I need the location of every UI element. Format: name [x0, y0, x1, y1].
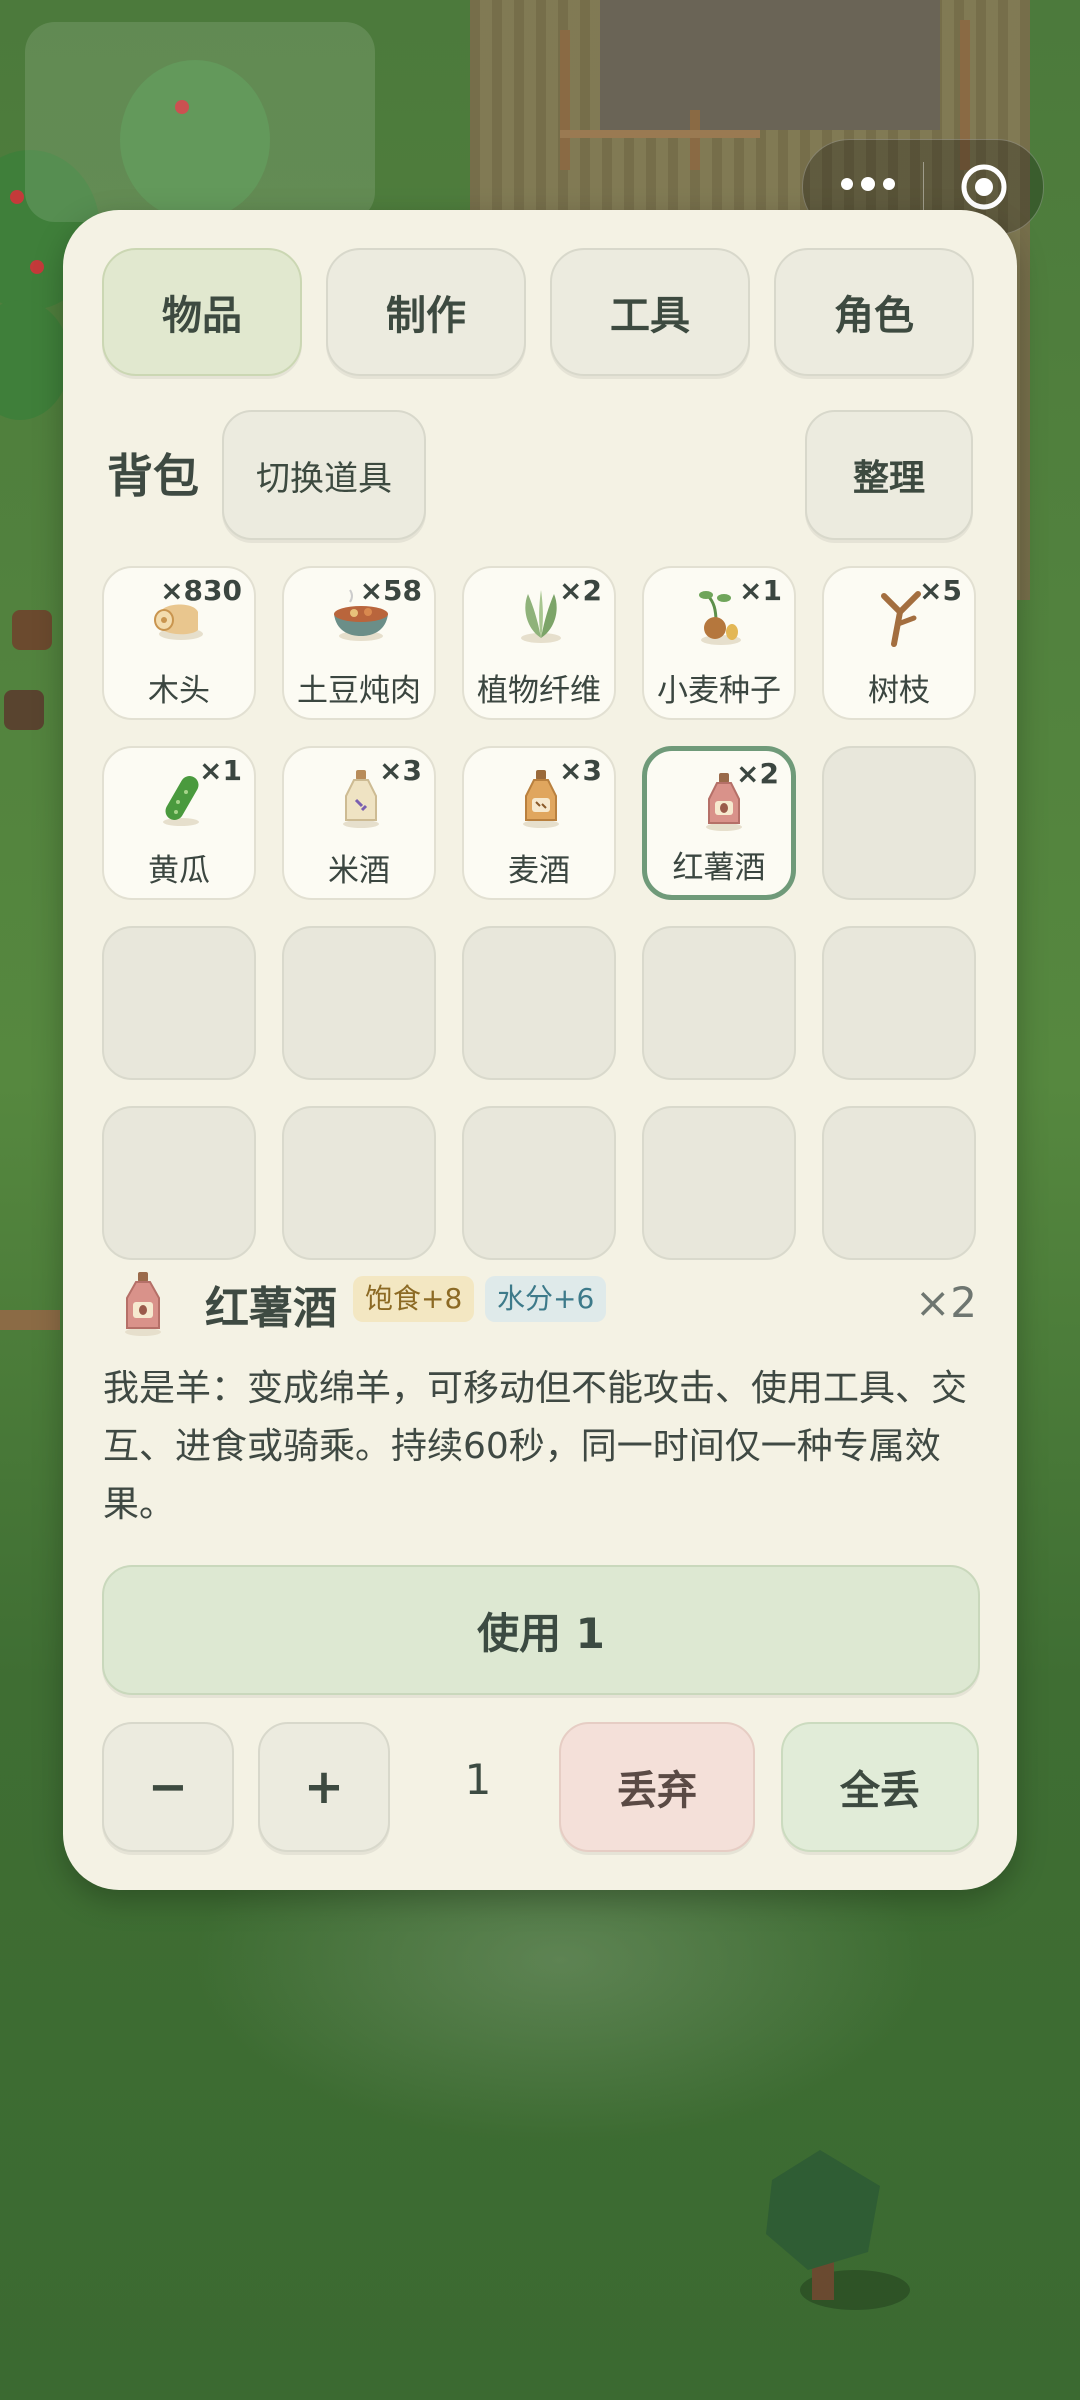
tab-character[interactable]: 角色: [774, 248, 974, 376]
inventory-panel: 物品 制作 工具 角色 背包 切换道具 整理 ×830 木头 ×58 土豆炖肉 …: [63, 210, 1017, 1890]
switch-item-button[interactable]: 切换道具: [222, 410, 426, 540]
close-miniprogram-icon[interactable]: [959, 162, 1009, 212]
inventory-slot[interactable]: ×830 木头: [102, 566, 256, 720]
empty-slot[interactable]: [822, 926, 976, 1080]
tab-items[interactable]: 物品: [102, 248, 302, 376]
backpack-title: 背包: [107, 449, 199, 503]
item-quantity: ×3: [379, 754, 422, 787]
tree: [760, 2150, 910, 2310]
fence-post: [690, 110, 700, 170]
empty-slot[interactable]: [462, 1106, 616, 1260]
item-name: 红薯酒: [672, 850, 766, 886]
fence-rail: [560, 130, 760, 138]
inventory-grid: ×830 木头 ×58 土豆炖肉 ×2 植物纤维 ×1 小麦种子 ×5 树枝 ×…: [102, 566, 980, 1260]
inventory-slot-selected[interactable]: ×2 红薯酒: [642, 746, 796, 900]
item-name: 木头: [148, 673, 210, 709]
capsule-divider: [923, 162, 924, 212]
empty-slot[interactable]: [822, 746, 976, 900]
more-dot-icon: [841, 178, 853, 190]
inventory-slot[interactable]: ×3 麦酒: [462, 746, 616, 900]
item-quantity: ×5: [919, 574, 962, 607]
item-name: 土豆炖肉: [297, 673, 421, 709]
item-name: 小麦种子: [657, 673, 781, 709]
more-dot-icon: [883, 178, 895, 190]
berry: [30, 260, 44, 274]
item-quantity: ×1: [739, 574, 782, 607]
inventory-slot[interactable]: ×58 土豆炖肉: [282, 566, 436, 720]
item-quantity: ×1: [199, 754, 242, 787]
quantity-value: 1: [464, 1755, 492, 1804]
empty-slot[interactable]: [822, 1106, 976, 1260]
item-name: 植物纤维: [477, 673, 601, 709]
selected-item-count: ×2: [915, 1278, 977, 1327]
item-description: 我是羊：变成绵羊，可移动但不能攻击、使用工具、交互、进食或骑乘。持续60秒，同一…: [103, 1368, 968, 1525]
item-quantity: ×3: [559, 754, 602, 787]
inventory-slot[interactable]: ×1 黄瓜: [102, 746, 256, 900]
satiety-badge: 饱食+8: [353, 1276, 475, 1322]
empty-slot[interactable]: [282, 926, 436, 1080]
empty-slot[interactable]: [642, 1106, 796, 1260]
selected-item-name: 红薯酒: [205, 1283, 337, 1334]
bush: [0, 300, 70, 420]
inventory-slot[interactable]: ×3 米酒: [282, 746, 436, 900]
hydration-badge: 水分+6: [485, 1276, 607, 1322]
discard-all-button[interactable]: 全丢: [781, 1722, 979, 1852]
item-quantity: ×2: [736, 757, 779, 790]
inventory-slot[interactable]: ×1 小麦种子: [642, 566, 796, 720]
item-name: 麦酒: [508, 853, 570, 889]
tab-tools[interactable]: 工具: [550, 248, 750, 376]
use-button[interactable]: 使用 1: [102, 1565, 980, 1695]
inventory-slot[interactable]: ×2 植物纤维: [462, 566, 616, 720]
sweet-potato-wine-icon: [125, 1272, 161, 1336]
more-dot-icon: [861, 177, 875, 191]
discard-button[interactable]: 丢弃: [559, 1722, 755, 1852]
tree-stump: [12, 610, 52, 650]
empty-slot[interactable]: [642, 926, 796, 1080]
tree-stump: [4, 690, 44, 730]
fence-rail: [0, 1310, 60, 1330]
tree-crown: [766, 2150, 880, 2270]
item-quantity: ×830: [160, 574, 242, 607]
empty-slot[interactable]: [102, 926, 256, 1080]
status-hud: [25, 22, 375, 222]
item-quantity: ×58: [359, 574, 422, 607]
increase-button[interactable]: +: [258, 1722, 390, 1852]
farm-plot: [600, 0, 940, 130]
berry: [10, 190, 24, 204]
fence-post: [560, 30, 570, 170]
sort-button[interactable]: 整理: [805, 410, 973, 540]
empty-slot[interactable]: [462, 926, 616, 1080]
item-name: 米酒: [328, 853, 390, 889]
decrease-button[interactable]: −: [102, 1722, 234, 1852]
item-quantity: ×2: [559, 574, 602, 607]
tab-crafting[interactable]: 制作: [326, 248, 526, 376]
empty-slot[interactable]: [102, 1106, 256, 1260]
item-name: 树枝: [868, 673, 930, 709]
inventory-slot[interactable]: ×5 树枝: [822, 566, 976, 720]
empty-slot[interactable]: [282, 1106, 436, 1260]
item-name: 黄瓜: [148, 853, 210, 889]
